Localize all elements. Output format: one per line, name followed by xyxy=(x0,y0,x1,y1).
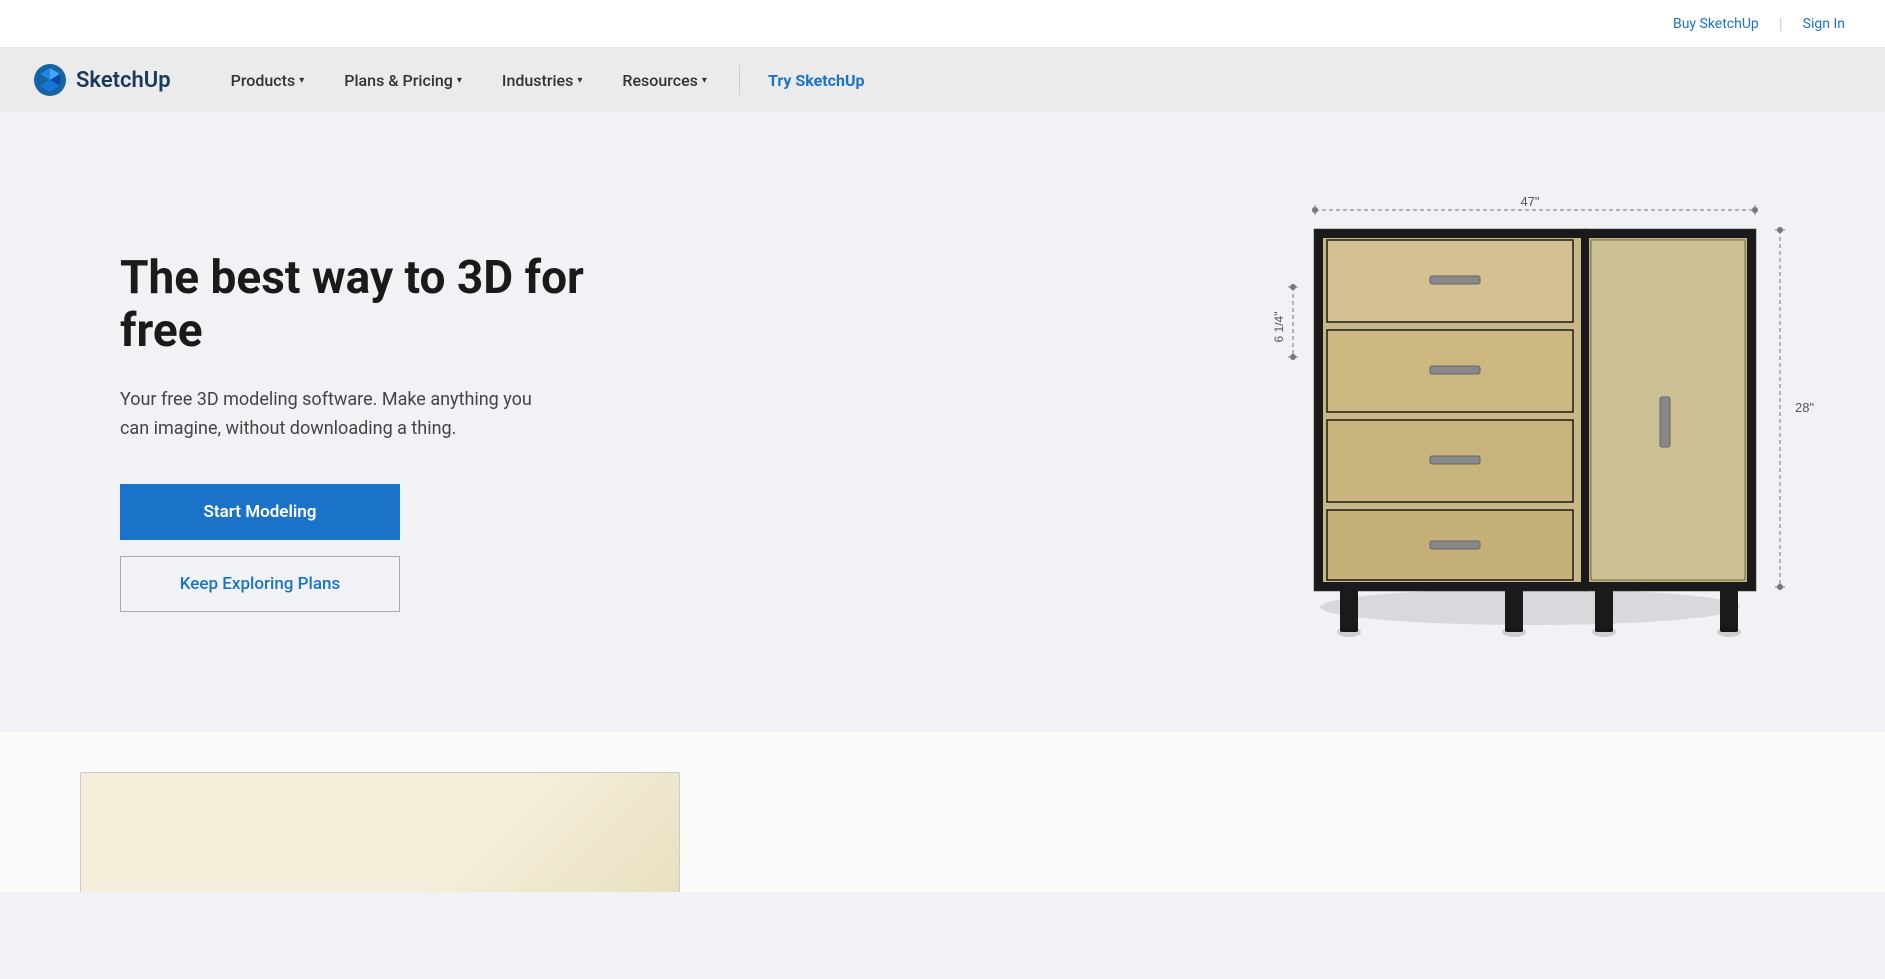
nav-industries[interactable]: Industries ▾ xyxy=(482,48,602,112)
sketchup-logo-icon xyxy=(32,62,68,98)
svg-text:28": 28" xyxy=(1795,400,1814,415)
resources-chevron-icon: ▾ xyxy=(702,75,707,86)
hero-image: 47" 28" 6 1/4" xyxy=(1245,192,1885,712)
nav-try-sketchup[interactable]: Try SketchUp xyxy=(752,48,881,112)
sketchup-logo[interactable]: SketchUp xyxy=(32,62,171,98)
hero-content: The best way to 3D for free Your free 3D… xyxy=(120,252,640,611)
nav-items: Products ▾ Plans & Pricing ▾ Industries … xyxy=(211,48,1853,112)
bottom-3d-shape xyxy=(80,772,680,892)
nav-products[interactable]: Products ▾ xyxy=(211,48,325,112)
buy-sketchup-link[interactable]: Buy SketchUp xyxy=(1673,16,1759,32)
top-bar: Buy SketchUp | Sign In xyxy=(0,0,1885,48)
svg-text:47": 47" xyxy=(1520,194,1539,209)
nav-bar: SketchUp Products ▾ Plans & Pricing ▾ In… xyxy=(0,48,1885,112)
svg-text:6 1/4": 6 1/4" xyxy=(1272,312,1286,343)
industries-chevron-icon: ▾ xyxy=(577,75,582,86)
plans-chevron-icon: ▾ xyxy=(457,75,462,86)
hero-subtitle: Your free 3D modeling software. Make any… xyxy=(120,386,560,444)
hero-title: The best way to 3D for free xyxy=(120,252,640,358)
hero-section: The best way to 3D for free Your free 3D… xyxy=(0,112,1885,732)
top-bar-divider: | xyxy=(1779,14,1783,33)
dresser-illustration: 47" 28" 6 1/4" xyxy=(1265,192,1825,642)
nav-logo-text: SketchUp xyxy=(76,68,171,93)
dresser-svg: 47" 28" 6 1/4" xyxy=(1265,192,1845,652)
bottom-peek-section xyxy=(0,732,1885,892)
nav-resources[interactable]: Resources ▾ xyxy=(602,48,727,112)
keep-exploring-button[interactable]: Keep Exploring Plans xyxy=(120,556,400,612)
products-chevron-icon: ▾ xyxy=(299,75,304,86)
nav-plans[interactable]: Plans & Pricing ▾ xyxy=(324,48,482,112)
start-modeling-button[interactable]: Start Modeling xyxy=(120,484,400,540)
sign-in-link[interactable]: Sign In xyxy=(1803,16,1845,32)
nav-divider xyxy=(739,65,740,95)
